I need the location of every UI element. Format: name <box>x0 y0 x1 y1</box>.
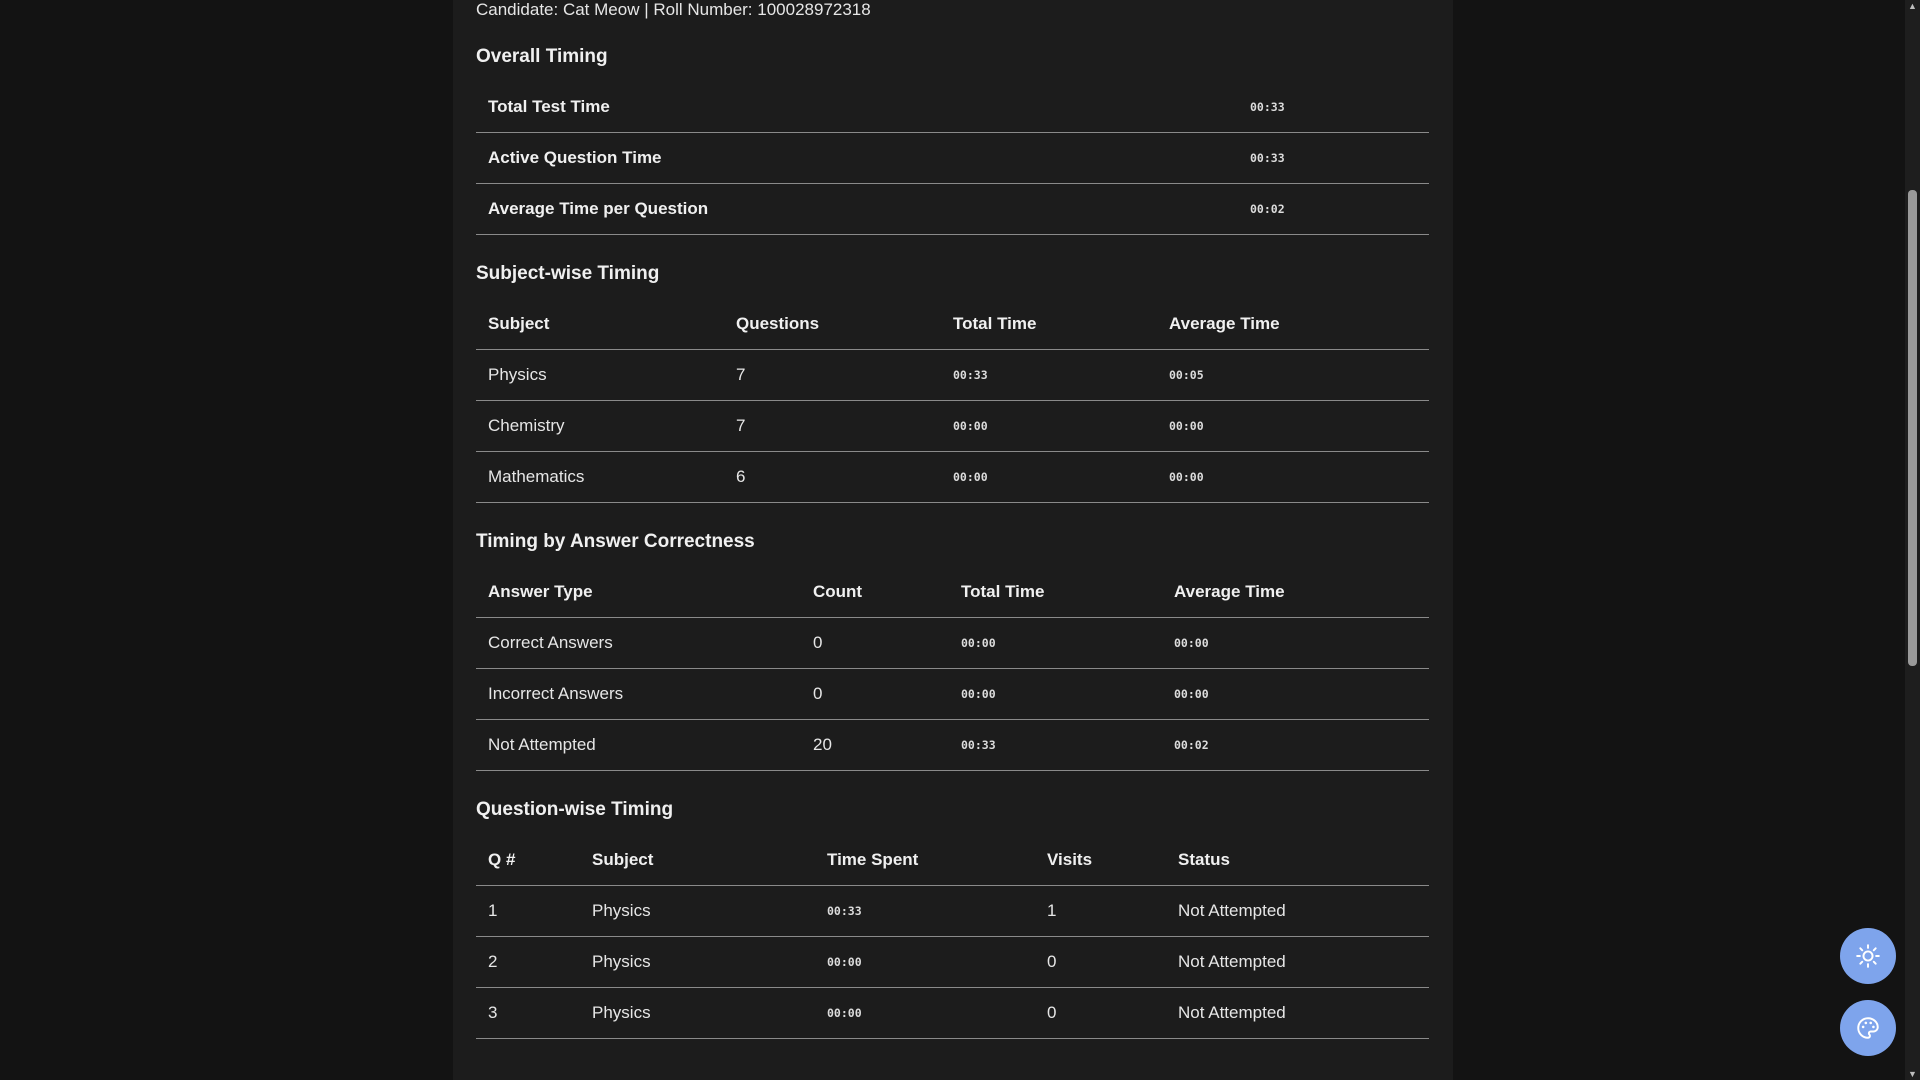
time-spent-cell: 00:00 <box>815 936 1035 988</box>
sun-icon <box>1856 944 1880 968</box>
table-row: 3 Physics 00:00 0 Not Attempted <box>476 987 1429 1039</box>
subject-cell: Physics <box>580 885 815 937</box>
average-time-cell: 00:00 <box>1162 668 1429 720</box>
overall-value: 00:33 <box>1238 132 1429 184</box>
overall-value: 00:02 <box>1238 183 1429 235</box>
total-time-cell: 00:33 <box>949 719 1162 771</box>
palette-icon <box>1857 1017 1879 1039</box>
subject-cell: Mathematics <box>476 451 724 503</box>
column-header: Average Time <box>1157 299 1429 350</box>
question-number-cell: 2 <box>476 936 580 988</box>
total-time-cell: 00:00 <box>941 400 1157 452</box>
subject-cell: Physics <box>476 349 724 401</box>
time-spent-cell: 00:00 <box>815 987 1035 1039</box>
column-header: Count <box>801 567 949 618</box>
overall-label: Average Time per Question <box>476 183 1238 235</box>
table-row: Active Question Time 00:33 <box>476 132 1429 184</box>
question-number-cell: 3 <box>476 987 580 1039</box>
table-row: Total Test Time 00:33 <box>476 82 1429 133</box>
overall-label: Total Test Time <box>476 82 1238 133</box>
question-timing-table: Q # Subject Time Spent Visits Status 1 P… <box>476 835 1429 1039</box>
answer-type-cell: Incorrect Answers <box>476 668 801 720</box>
average-time-cell: 00:02 <box>1162 719 1429 771</box>
average-time-cell: 00:00 <box>1157 400 1429 452</box>
answer-type-cell: Not Attempted <box>476 719 801 771</box>
overall-value: 00:33 <box>1238 82 1429 133</box>
status-cell: Not Attempted <box>1166 936 1429 988</box>
color-palette-button[interactable] <box>1840 1000 1896 1056</box>
total-time-cell: 00:00 <box>941 451 1157 503</box>
scroll-up-arrow-icon[interactable]: ▲ <box>1907 1 1918 11</box>
column-header: Subject <box>580 835 815 886</box>
status-cell: Not Attempted <box>1166 885 1429 937</box>
column-header: Average Time <box>1162 567 1429 618</box>
column-header: Subject <box>476 299 724 350</box>
column-header: Total Time <box>941 299 1157 350</box>
count-cell: 0 <box>801 668 949 720</box>
visits-cell: 0 <box>1035 936 1166 988</box>
table-row: Not Attempted 20 00:33 00:02 <box>476 719 1429 771</box>
table-row: Correct Answers 0 00:00 00:00 <box>476 617 1429 669</box>
table-row: Physics 7 00:33 00:05 <box>476 349 1429 401</box>
time-spent-cell: 00:33 <box>815 885 1035 937</box>
scrollbar-thumb[interactable] <box>1908 190 1917 666</box>
count-cell: 0 <box>801 617 949 669</box>
column-header: Total Time <box>949 567 1162 618</box>
column-header: Answer Type <box>476 567 801 618</box>
questions-cell: 6 <box>724 451 941 503</box>
total-time-cell: 00:00 <box>949 668 1162 720</box>
overall-timing-heading: Overall Timing <box>476 46 608 67</box>
status-cell: Not Attempted <box>1166 987 1429 1039</box>
subject-timing-heading: Subject-wise Timing <box>476 263 660 284</box>
average-time-cell: 00:00 <box>1157 451 1429 503</box>
visits-cell: 0 <box>1035 987 1166 1039</box>
table-header-row: Q # Subject Time Spent Visits Status <box>476 835 1429 886</box>
table-row: Average Time per Question 00:02 <box>476 183 1429 235</box>
table-header-row: Subject Questions Total Time Average Tim… <box>476 299 1429 350</box>
table-header-row: Answer Type Count Total Time Average Tim… <box>476 567 1429 618</box>
subject-timing-table: Subject Questions Total Time Average Tim… <box>476 299 1429 503</box>
question-number-cell: 1 <box>476 885 580 937</box>
average-time-cell: 00:00 <box>1162 617 1429 669</box>
table-row: Chemistry 7 00:00 00:00 <box>476 400 1429 452</box>
correctness-timing-table: Answer Type Count Total Time Average Tim… <box>476 567 1429 771</box>
table-row: Incorrect Answers 0 00:00 00:00 <box>476 668 1429 720</box>
vertical-scrollbar[interactable]: ▲ ▼ <box>1905 0 1920 1080</box>
question-timing-heading: Question-wise Timing <box>476 799 674 820</box>
subject-cell: Physics <box>580 936 815 988</box>
total-time-cell: 00:33 <box>941 349 1157 401</box>
answer-type-cell: Correct Answers <box>476 617 801 669</box>
average-time-cell: 00:05 <box>1157 349 1429 401</box>
subject-cell: Chemistry <box>476 400 724 452</box>
table-row: 1 Physics 00:33 1 Not Attempted <box>476 885 1429 937</box>
column-header: Questions <box>724 299 941 350</box>
scroll-down-arrow-icon[interactable]: ▼ <box>1907 1069 1918 1079</box>
total-time-cell: 00:00 <box>949 617 1162 669</box>
column-header: Status <box>1166 835 1429 886</box>
count-cell: 20 <box>801 719 949 771</box>
column-header: Time Spent <box>815 835 1035 886</box>
column-header: Visits <box>1035 835 1166 886</box>
overall-timing-table: Total Test Time 00:33 Active Question Ti… <box>476 82 1429 235</box>
table-row: 2 Physics 00:00 0 Not Attempted <box>476 936 1429 988</box>
report-panel: Candidate: Cat Meow | Roll Number: 10002… <box>453 0 1453 1080</box>
correctness-timing-heading: Timing by Answer Correctness <box>476 531 755 552</box>
report-content: Candidate: Cat Meow | Roll Number: 10002… <box>476 0 1429 1039</box>
questions-cell: 7 <box>724 349 941 401</box>
visits-cell: 1 <box>1035 885 1166 937</box>
column-header: Q # <box>476 835 580 886</box>
subject-cell: Physics <box>580 987 815 1039</box>
table-row: Mathematics 6 00:00 00:00 <box>476 451 1429 503</box>
candidate-info: Candidate: Cat Meow | Roll Number: 10002… <box>476 0 871 19</box>
questions-cell: 7 <box>724 400 941 452</box>
theme-toggle-button[interactable] <box>1840 928 1896 984</box>
overall-label: Active Question Time <box>476 132 1238 184</box>
